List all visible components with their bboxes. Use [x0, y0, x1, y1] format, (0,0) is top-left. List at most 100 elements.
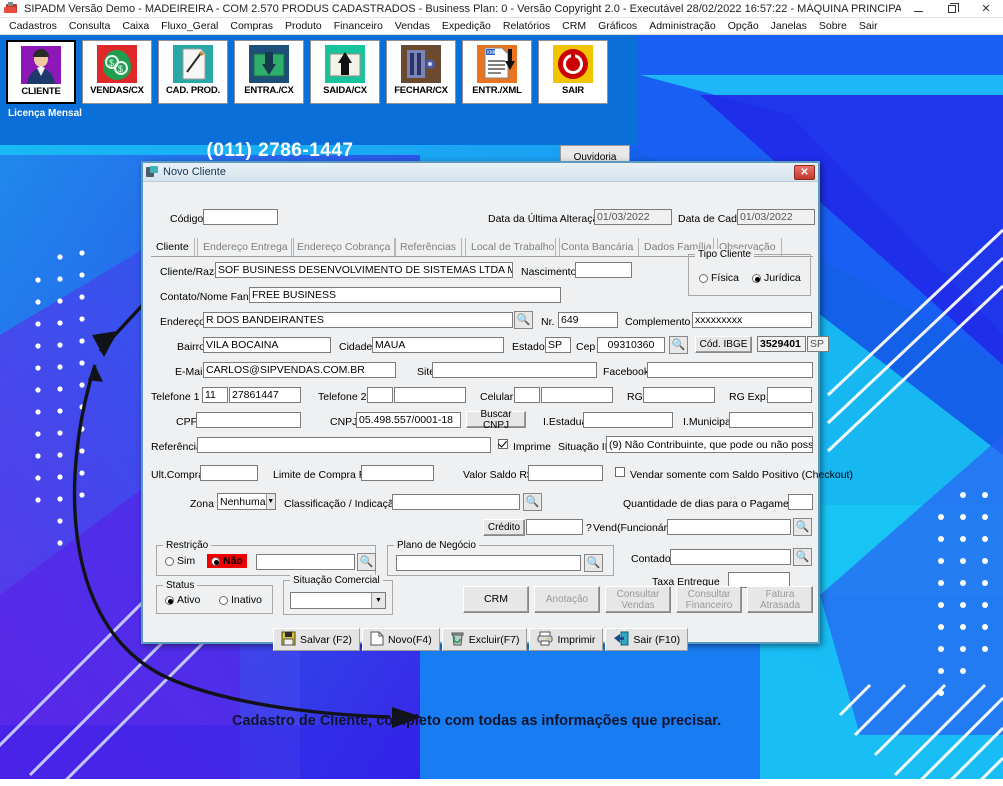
cliente-razao-input[interactable]: SOF BUSINESS DESENVOLVIMENTO DE SISTEMAS…	[215, 262, 513, 278]
inscricao-estadual-input[interactable]	[583, 412, 673, 428]
situacao-comercial-select[interactable]: ▼	[290, 592, 386, 609]
ult-compra-input[interactable]	[200, 465, 258, 481]
classificacao-input[interactable]	[392, 494, 520, 510]
menu-item-crm[interactable]: CRM	[556, 19, 592, 33]
tipo-cliente-fisica[interactable]: Física	[699, 272, 739, 284]
tab-conta-bancaria[interactable]: Conta Bancária	[555, 238, 640, 256]
menu-item-fluxo-geral[interactable]: Fluxo_Geral	[155, 19, 224, 33]
menu-item-sobre[interactable]: Sobre	[813, 19, 853, 33]
data-cadastro-input[interactable]: 01/03/2022	[737, 209, 815, 225]
nascimento-input[interactable]	[575, 262, 632, 278]
nr-input[interactable]: 649	[558, 312, 618, 328]
novo-button[interactable]: Novo(F4)	[361, 628, 440, 651]
maximize-button[interactable]	[935, 0, 969, 18]
toolbar-button-cad-prod[interactable]: CAD. PROD.	[158, 40, 228, 104]
menu-item-vendas[interactable]: Vendas	[389, 19, 436, 33]
cnpj-input[interactable]: 05.498.557/0001-18	[356, 412, 461, 428]
celular-input[interactable]	[541, 387, 613, 403]
credito-input[interactable]	[526, 519, 583, 535]
tab-endereco-cobranca[interactable]: Endereço Cobrança	[291, 238, 397, 256]
estado-input[interactable]: SP	[545, 337, 571, 353]
consultar-financeiro-button[interactable]: Consultar Financeiro	[676, 586, 742, 613]
menu-item-administracao[interactable]: Administração	[643, 19, 722, 33]
menu-item-sair[interactable]: Sair	[853, 19, 884, 33]
rg-input[interactable]	[643, 387, 715, 403]
cod-ibge-button[interactable]: Cód. IBGE	[695, 336, 752, 353]
cpf-input[interactable]	[196, 412, 301, 428]
plano-negocio-input[interactable]	[396, 555, 581, 571]
toolbar-button-sair[interactable]: SAIR	[538, 40, 608, 104]
cep-input[interactable]: 09310360	[597, 337, 665, 353]
qtd-dias-input[interactable]	[788, 494, 813, 510]
email-input[interactable]: CARLOS@SIPVENDAS.COM.BR	[203, 362, 396, 378]
menu-item-janelas[interactable]: Janelas	[765, 19, 813, 33]
toolbar-button-vendas-cx[interactable]: $ $ VENDAS/CX	[82, 40, 152, 104]
menu-item-consulta[interactable]: Consulta	[63, 19, 116, 33]
endereco-search-icon[interactable]: 🔍	[514, 311, 533, 329]
celular-ddd-input[interactable]	[514, 387, 540, 403]
restricao-nao[interactable]: Não	[207, 554, 247, 568]
menu-item-compras[interactable]: Compras	[224, 19, 279, 33]
codigo-input[interactable]	[203, 209, 278, 225]
menu-item-cadastros[interactable]: Cadastros	[3, 19, 63, 33]
excluir-button[interactable]: Excluir(F7)	[441, 628, 528, 651]
anotacao-button[interactable]: Anotação	[534, 586, 600, 613]
restricao-input[interactable]	[256, 554, 355, 570]
menu-item-opcao[interactable]: Opção	[722, 19, 765, 33]
credito-help-icon[interactable]: ?	[586, 522, 592, 534]
tab-endereco-entrega[interactable]: Endereço Entrega	[197, 238, 294, 256]
minimize-button[interactable]	[901, 0, 935, 18]
contador-input[interactable]	[670, 549, 791, 565]
crm-button[interactable]: CRM	[463, 586, 529, 613]
telefone2-input[interactable]	[394, 387, 466, 403]
fatura-atrasada-button[interactable]: Fatura Atrasada	[747, 586, 813, 613]
contato-input[interactable]: FREE BUSINESS	[249, 287, 561, 303]
imprimir-button[interactable]: Imprimir	[529, 628, 604, 651]
zona-select[interactable]: Nenhuma ▼	[217, 493, 276, 510]
restricao-sim[interactable]: Sim	[165, 555, 195, 567]
sair-button[interactable]: Sair (F10)	[605, 628, 689, 651]
dialog-close-button[interactable]: ✕	[794, 164, 815, 180]
ultima-alteracao-input[interactable]: 01/03/2022	[594, 209, 672, 225]
tab-local-de-trabalho[interactable]: Local de Trabalho	[465, 238, 561, 256]
buscar-cnpj-button[interactable]: Buscar CNPJ	[466, 409, 526, 431]
consultar-vendas-button[interactable]: Consultar Vendas	[605, 586, 671, 613]
vender-saldo-checkbox[interactable]	[615, 467, 625, 480]
tab-referencias[interactable]: Referências	[394, 238, 463, 256]
status-inativo[interactable]: Inativo	[219, 594, 262, 606]
cidade-input[interactable]: MAUA	[372, 337, 504, 353]
rg-exp-input[interactable]	[767, 387, 812, 403]
menu-item-caixa[interactable]: Caixa	[116, 19, 155, 33]
situacao-ie-select[interactable]: (9) Não Contribuinte, que pode ou não po…	[606, 436, 813, 453]
toolbar-button-saida-cx[interactable]: SAIDA/CX	[310, 40, 380, 104]
bairro-input[interactable]: VILA BOCAINA	[203, 337, 331, 353]
toolbar-button-entrada-cx[interactable]: ENTRA./CX	[234, 40, 304, 104]
toolbar-button-entrada-xml[interactable]: XML ENTR./XML	[462, 40, 532, 104]
tab-cliente[interactable]: Cliente	[151, 238, 195, 256]
status-ativo[interactable]: Ativo	[165, 594, 200, 606]
plano-negocio-search-icon[interactable]: 🔍	[584, 554, 603, 572]
limite-compra-input[interactable]	[361, 465, 434, 481]
menu-item-expedicao[interactable]: Expedição	[436, 19, 497, 33]
imprime-checkbox[interactable]	[498, 439, 508, 452]
site-input[interactable]	[432, 362, 597, 378]
menu-item-financeiro[interactable]: Financeiro	[328, 19, 389, 33]
telefone2-ddd-input[interactable]	[367, 387, 393, 403]
restricao-search-icon[interactable]: 🔍	[357, 553, 376, 571]
telefone1-input[interactable]: 27861447	[229, 387, 301, 403]
credito-button[interactable]: Crédito	[483, 519, 525, 536]
referencia-input[interactable]	[197, 437, 491, 453]
contador-search-icon[interactable]: 🔍	[793, 548, 812, 566]
close-window-button[interactable]: ✕	[969, 0, 1003, 18]
menu-item-relatorios[interactable]: Relatórios	[497, 19, 556, 33]
vendedor-search-icon[interactable]: 🔍	[793, 518, 812, 536]
toolbar-button-cliente[interactable]: CLIENTE	[6, 40, 76, 104]
inscricao-municipal-input[interactable]	[729, 412, 813, 428]
telefone1-ddd-input[interactable]: 11	[202, 387, 228, 403]
menu-item-produto[interactable]: Produto	[279, 19, 328, 33]
salvar-button[interactable]: Salvar (F2)	[273, 628, 360, 651]
complemento-input[interactable]: xxxxxxxxx	[692, 312, 812, 328]
valor-saldo-input[interactable]	[528, 465, 603, 481]
facebook-input[interactable]	[647, 362, 813, 378]
cep-search-icon[interactable]: 🔍	[669, 336, 688, 354]
